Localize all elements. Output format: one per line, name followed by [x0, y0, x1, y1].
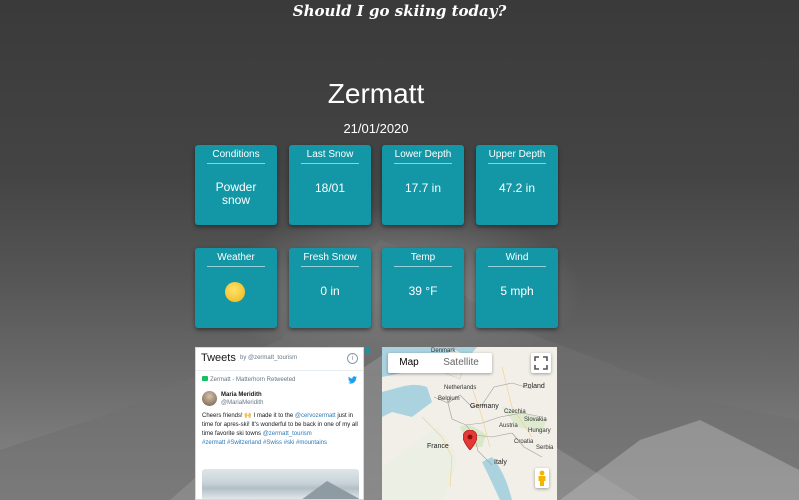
- map-tab-satellite[interactable]: Satellite: [430, 353, 492, 373]
- resort-date: 21/01/2020: [343, 121, 409, 136]
- card-label: Fresh Snow: [301, 252, 359, 267]
- map-tab-map[interactable]: Map: [388, 353, 430, 373]
- map-label-hungary: Hungary: [528, 428, 551, 434]
- info-icon[interactable]: i: [347, 353, 358, 364]
- map-label-belgium: Belgium: [438, 396, 460, 402]
- twitter-header: Tweets by @zermatt_tourism i: [196, 348, 363, 371]
- tweet-hashtags[interactable]: #zermatt #Switzerland #Swiss #ski #mount…: [202, 440, 327, 446]
- map-label-italy: Italy: [494, 459, 507, 466]
- retweet-notice: Zermatt - Matterhorn Retweeted: [202, 376, 295, 383]
- map-label-netherlands: Netherlands: [444, 385, 477, 391]
- map-type-toggle: Map Satellite: [388, 353, 492, 373]
- card-wind: Wind 5 mph: [476, 248, 558, 328]
- map-label-serbia: Serbia: [536, 445, 554, 451]
- scroll-indicator: [366, 347, 370, 353]
- card-label: Upper Depth: [488, 149, 546, 164]
- card-label: Weather: [207, 252, 265, 267]
- map-label-slovakia: Slovakia: [524, 417, 547, 423]
- tweet-author-handle[interactable]: @MariaMeridith: [221, 400, 263, 406]
- card-lower-depth: Lower Depth 17.7 in: [382, 145, 464, 225]
- map-label-czechia: Czechia: [504, 409, 526, 415]
- tweet-mention[interactable]: @zermatt_tourism: [263, 431, 312, 437]
- retweet-icon: [202, 376, 208, 381]
- card-label: Conditions: [207, 149, 265, 164]
- card-value: 47.2 in: [498, 181, 536, 195]
- sun-icon: [225, 282, 245, 302]
- map-label-croatia: Croatia: [514, 439, 534, 445]
- street-view-button[interactable]: [535, 468, 549, 488]
- card-value: Powder snow: [215, 180, 257, 207]
- twitter-by-link[interactable]: by @zermatt_tourism: [240, 355, 297, 361]
- card-value: 17.7 in: [404, 181, 442, 195]
- map-label-germany: Germany: [470, 403, 499, 410]
- tweet-text: Cheers friends! 🙌 I made it to the @cerv…: [202, 413, 358, 446]
- avatar[interactable]: [202, 391, 217, 406]
- tweet-author-name[interactable]: Maria Meridith: [221, 392, 262, 398]
- card-value: 18/01: [314, 181, 346, 195]
- tweet-mention[interactable]: @cervozermatt: [295, 413, 336, 419]
- card-value: 39 °F: [408, 284, 438, 298]
- card-upper-depth: Upper Depth 47.2 in: [476, 145, 558, 225]
- card-weather: Weather: [195, 248, 277, 328]
- map-label-austria: Austria: [499, 423, 518, 429]
- twitter-title: Tweets: [201, 352, 236, 364]
- map-label-france: France: [427, 443, 449, 450]
- card-value: 5 mph: [500, 284, 534, 298]
- twitter-timeline[interactable]: Tweets by @zermatt_tourism i Zermatt - M…: [195, 347, 364, 500]
- card-label: Wind: [488, 252, 546, 267]
- map-pin-icon[interactable]: [463, 430, 477, 450]
- card-value: 0 in: [320, 284, 340, 298]
- card-label: Last Snow: [301, 149, 359, 164]
- card-temp: Temp 39 °F: [382, 248, 464, 328]
- card-conditions: Conditions Powder snow: [195, 145, 277, 225]
- raised-hands-emoji: 🙌: [244, 413, 252, 419]
- card-label: Lower Depth: [394, 149, 452, 164]
- page-heading: Should I go skiing today?: [292, 2, 507, 20]
- twitter-bird-icon[interactable]: [348, 376, 357, 386]
- resort-name: Zermatt: [327, 78, 425, 109]
- card-last-snow: Last Snow 18/01: [289, 145, 371, 225]
- fullscreen-button[interactable]: [531, 353, 551, 373]
- map-embed[interactable]: Denmark Netherlands Poland Belgium Germa…: [382, 347, 557, 500]
- map-label-poland: Poland: [523, 383, 545, 390]
- fullscreen-icon: [534, 356, 548, 370]
- card-label: Temp: [394, 252, 452, 267]
- pegman-icon: [538, 470, 546, 486]
- tweet-photo[interactable]: [202, 469, 359, 499]
- card-fresh-snow: Fresh Snow 0 in: [289, 248, 371, 328]
